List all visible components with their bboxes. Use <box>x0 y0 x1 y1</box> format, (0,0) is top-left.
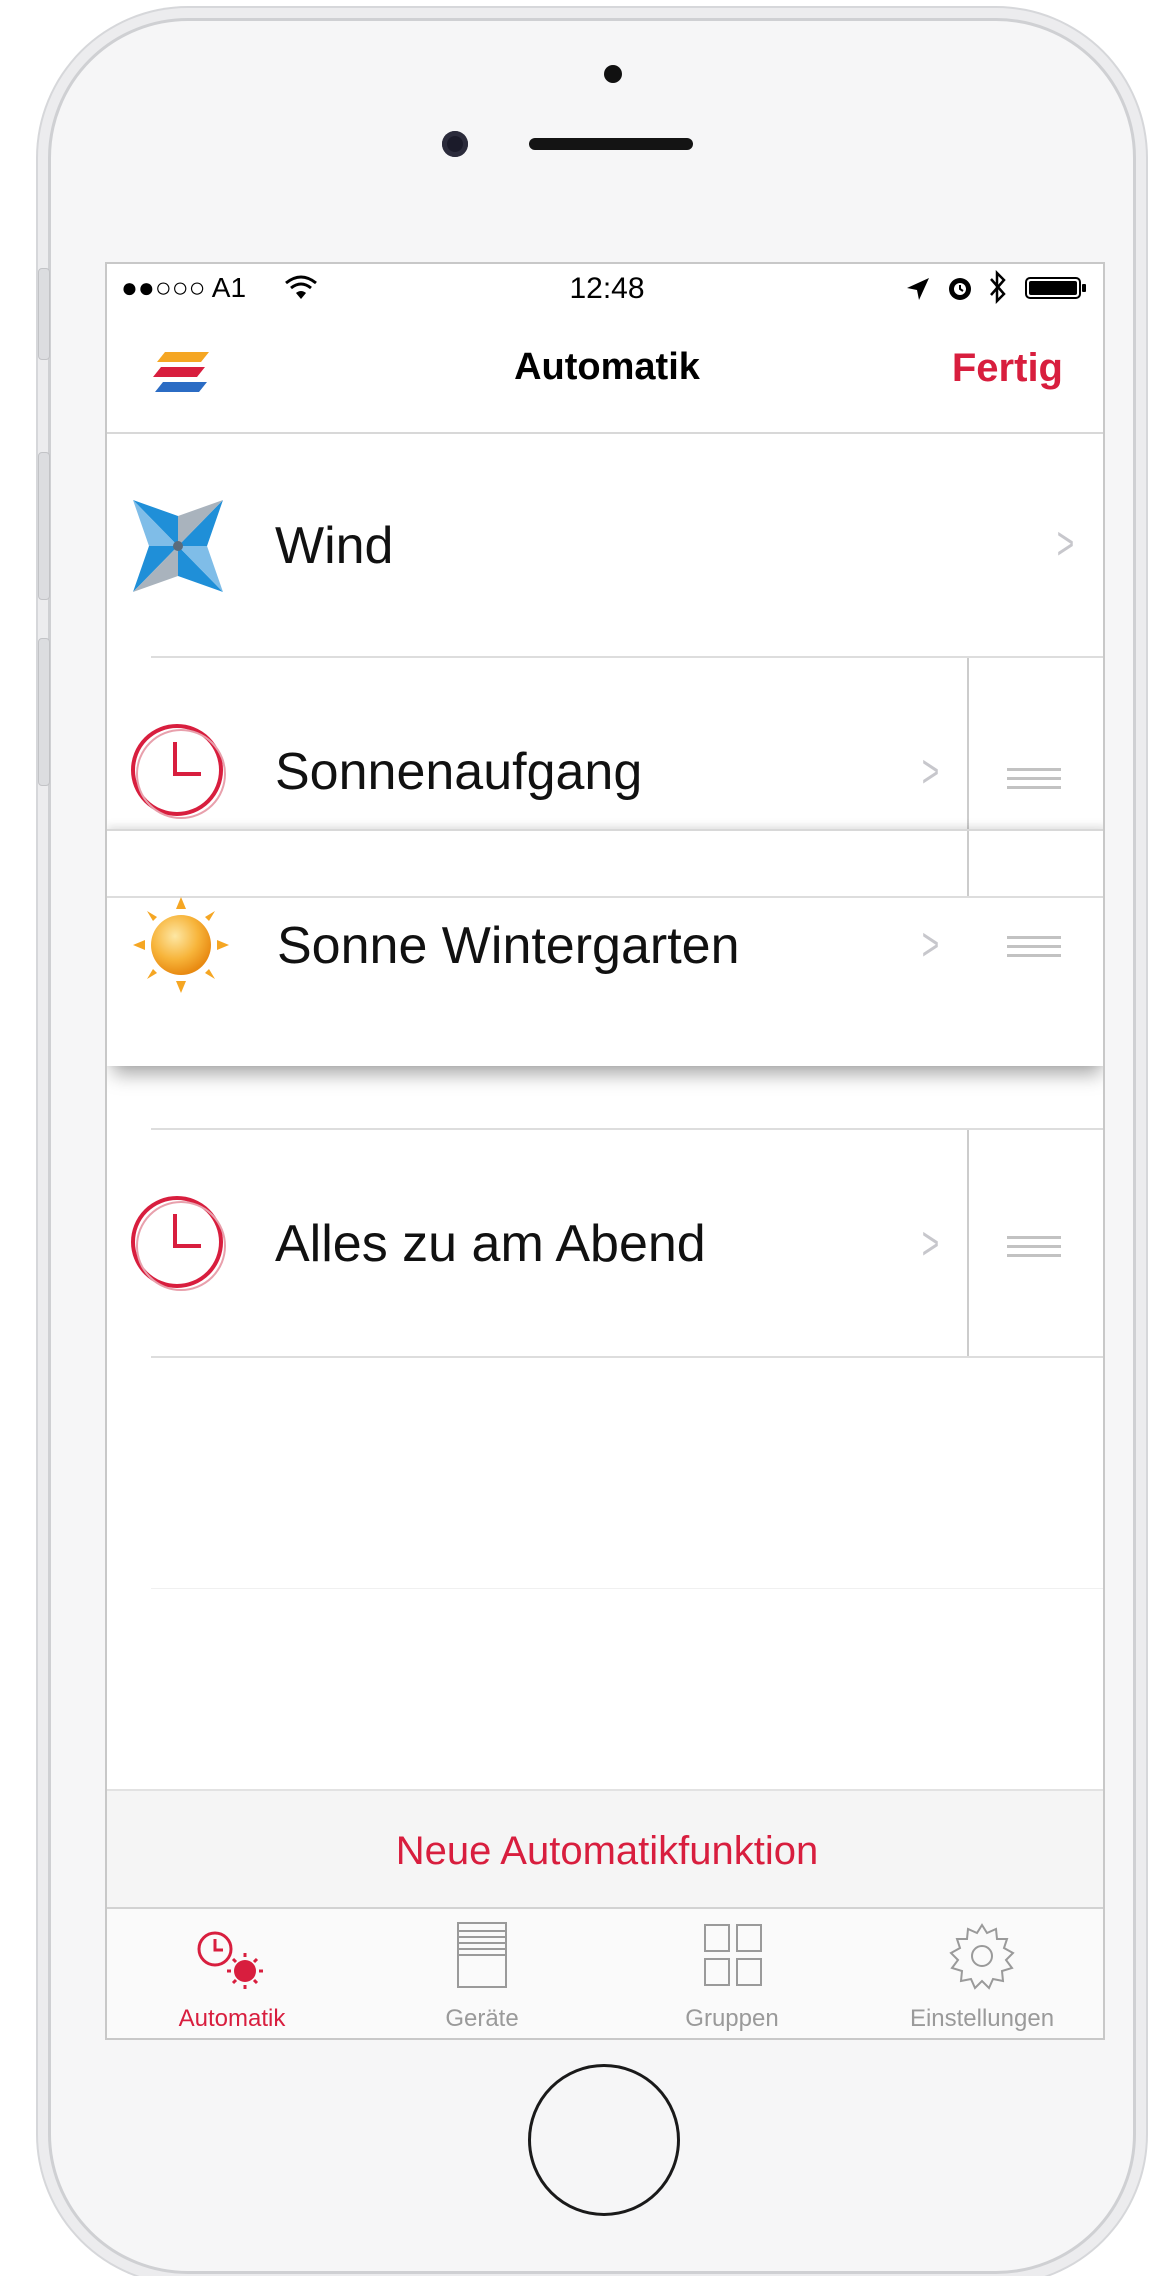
list-item[interactable]: Wind > <box>107 434 1103 656</box>
proximity-sensor <box>604 65 622 83</box>
navigation-bar: Automatik Fertig <box>107 312 1103 434</box>
tab-automatik[interactable]: Automatik <box>107 1909 357 2038</box>
alarm-icon <box>949 278 971 300</box>
reorder-handle[interactable] <box>1007 768 1061 795</box>
tab-label: Automatik <box>178 2005 286 2032</box>
sun-icon <box>133 897 229 993</box>
row-divider <box>151 1356 1103 1358</box>
home-button[interactable] <box>528 2064 680 2216</box>
tab-label: Gruppen <box>685 2005 779 2032</box>
screen: ●●○○○ A1 12:48 Automatik Fertig Wind > S… <box>105 262 1105 2040</box>
reorder-divider <box>967 1130 969 1356</box>
list-item[interactable]: Alles zu am Abend > <box>107 1130 1103 1356</box>
tab-einstellungen[interactable]: Einstellungen <box>857 1909 1103 2038</box>
row-label: Wind <box>275 517 394 575</box>
volume-up-button <box>38 452 50 600</box>
row-label: Sonne Wintergarten <box>277 917 740 975</box>
volume-down-button <box>38 638 50 786</box>
clock-icon <box>131 724 226 819</box>
new-automation-bar: Neue Automatikfunktion <box>107 1789 1103 1909</box>
clock-sun-icon <box>197 1931 263 1989</box>
chevron-right-icon: > <box>921 918 940 970</box>
battery-icon <box>1025 277 1086 299</box>
row-label: Alles zu am Abend <box>275 1215 706 1273</box>
chevron-right-icon: > <box>921 745 940 797</box>
clock-icon <box>131 1196 226 1291</box>
earpiece-speaker <box>529 138 693 150</box>
tab-bar: Automatik Geräte Gruppen Einstellungen <box>107 1907 1103 2038</box>
new-automation-button[interactable]: Neue Automatikfunktion <box>107 1829 1103 1874</box>
gear-icon <box>949 1923 1015 1990</box>
status-bar: ●●○○○ A1 12:48 <box>107 264 1103 312</box>
chevron-right-icon: > <box>1056 517 1075 569</box>
row-label: Sonnenaufgang <box>275 743 643 801</box>
reorder-handle[interactable] <box>1007 936 1061 963</box>
done-button[interactable]: Fertig <box>952 346 1063 391</box>
mute-switch <box>38 268 50 360</box>
pinwheel-icon <box>133 500 223 592</box>
blinds-icon <box>457 1922 507 1988</box>
row-divider <box>107 896 1103 898</box>
tab-label: Geräte <box>445 2005 519 2032</box>
chevron-right-icon: > <box>921 1217 940 1269</box>
tab-gruppen[interactable]: Gruppen <box>607 1909 857 2038</box>
reorder-divider <box>967 831 969 896</box>
grid-icon <box>704 1924 762 1986</box>
reorder-handle[interactable] <box>1007 1236 1061 1263</box>
tab-geraete[interactable]: Geräte <box>357 1909 607 2038</box>
list-item-dragging[interactable]: Sonne Wintergarten > <box>107 829 1103 1066</box>
front-camera <box>442 131 468 157</box>
tab-label: Einstellungen <box>909 2005 1055 2032</box>
bluetooth-icon <box>990 270 1006 304</box>
location-arrow-icon <box>907 278 929 300</box>
empty-divider <box>151 1588 1103 1589</box>
